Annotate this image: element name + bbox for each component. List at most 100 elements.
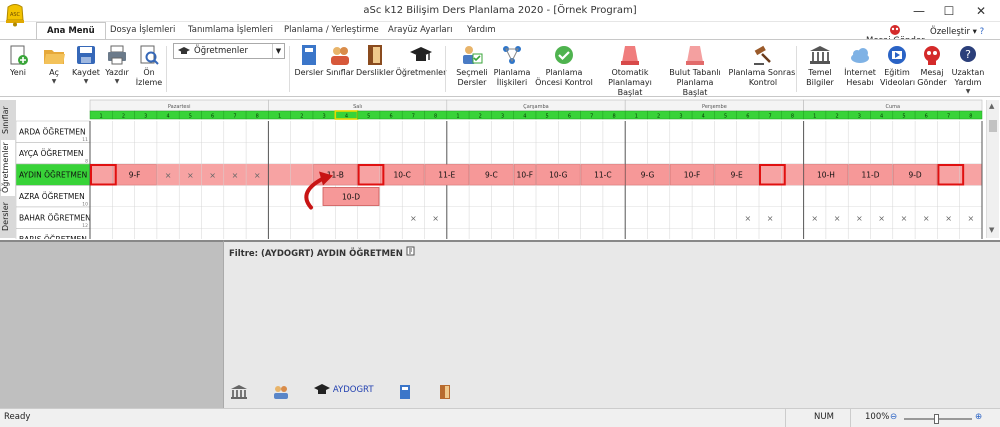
teacher-name: BARIŞ ÖĞRETMEN [19,235,87,239]
check-icon [555,46,573,64]
lesson-label: 11-E [438,171,455,180]
period-number: 2 [835,114,838,120]
close-button[interactable]: ✕ [966,2,996,20]
bottom-book-icon[interactable] [398,384,412,404]
bottom-class-icon[interactable] [272,384,290,404]
scroll-down-icon[interactable]: ▼ [989,226,994,234]
vertical-scrollbar[interactable]: ▲ ▼ [986,100,999,238]
relations-button[interactable]: Planlama İlişkileri [492,44,532,88]
view-selector[interactable]: Öğretmenler ▼ [173,43,285,59]
lesson-label: 9-E [731,171,743,180]
lesson-label: 11-C [594,171,612,180]
customize-button[interactable]: Özelleştir ▾ ? [930,27,984,37]
new-file-icon [10,45,28,65]
ribbon-button-label: Aç [49,68,59,77]
unavailable-mark: × [856,214,863,223]
side-tabs: Sınıflar Öğretmenler Dersler [0,100,16,238]
side-tab-0[interactable]: Sınıflar [1,102,15,138]
filter-text: Filtre: (AYDOGRT) AYDIN ÖĞRETMEN [229,249,403,259]
scroll-up-icon[interactable]: ▲ [989,102,994,110]
auto-plan-icon [621,46,639,65]
ribbon-button-label: Dersler [294,68,324,77]
period-number: 7 [233,114,236,120]
ribbon-button-label: İnternet Hesabı [844,68,876,87]
num-lock-indicator: NUM [814,412,834,422]
lesson-label: 9-D [908,171,921,180]
gavel-button[interactable]: Planlama Sonrası Kontrol [726,44,800,88]
chevron-down-icon[interactable]: ▼ [272,44,284,58]
video-button[interactable]: Eğitim Videoları [880,44,915,88]
cloud-button[interactable]: İnternet Hesabı [843,44,877,88]
graduation-cap-button[interactable]: Öğretmenler [394,44,448,78]
graduation-cap-icon [410,47,432,61]
period-number: 4 [345,114,348,120]
minimize-button[interactable]: — [904,2,934,20]
save-button[interactable]: Kaydet ▼ [70,44,102,86]
period-number: 8 [791,114,794,120]
ribbon-button-label: Temel Bilgiler [806,68,834,87]
cloud-plan-button[interactable]: Bulut Tabanlı Planlama Başlat [664,44,726,98]
period-number: 2 [300,114,303,120]
side-tab-2[interactable]: Dersler [1,198,15,236]
lesson-label: 10-C [393,171,411,180]
new-file-button[interactable]: Yeni [4,44,32,78]
unavailable-mark: × [901,214,908,223]
tab-5[interactable]: Yardım [467,25,496,35]
side-tab-1[interactable]: Öğretmenler [1,140,15,196]
zoom-out-icon[interactable]: ⊖ [890,412,897,422]
bottom-door-icon[interactable] [438,384,452,404]
teacher-hours: 12 [82,223,88,229]
period-number: 2 [122,114,125,120]
help-icon[interactable]: ? [980,27,985,37]
remote-help-icon: ? [960,46,976,62]
period-number: 1 [456,114,459,120]
period-number: 6 [389,114,392,120]
teacher-name: AYÇA ÖĞRETMEN [19,149,84,158]
tab-2[interactable]: Tanımlama İşlemleri [188,25,273,35]
view-selector-value: Öğretmenler [194,46,248,56]
video-icon [888,46,906,64]
remote-help-button[interactable]: ? Uzaktan Yardım ▼ [948,44,988,96]
class-people-button[interactable]: Sınıflar [325,44,355,78]
building-button[interactable]: Temel Bilgiler [802,44,838,88]
lesson-label: 9-C [485,171,498,180]
bottom-teacher-item[interactable]: AYDOGRT [314,384,374,404]
ribbon: Öğretmenler ▼ Yeni Aç ▼ Kaydet ▼ Yazdır ▼ Ön İz… [0,39,1000,97]
elective-button[interactable]: Seçmeli Dersler [452,44,492,88]
check-button[interactable]: Planlama Öncesi Kontrol [532,44,596,88]
door-button[interactable]: Derslikler [356,44,394,78]
zoom-slider[interactable] [904,414,972,424]
day-header-label: Pazartesi [168,104,191,110]
save-icon [77,46,95,64]
folder-open-button[interactable]: Aç ▼ [40,44,68,86]
day-header-label: Cuma [885,104,900,110]
printer-button[interactable]: Yazdır ▼ [102,44,132,86]
tab-0[interactable]: Ana Menü [36,22,106,40]
unavailable-mark: × [410,214,417,223]
tab-3[interactable]: Planlama / Yerleştirme [284,25,379,35]
scroll-thumb[interactable] [989,120,997,132]
chevron-down-icon: ▼ [965,88,971,95]
unavailable-mark: × [744,214,751,223]
lesson-label: 10-G [549,171,568,180]
lower-right-panel [223,240,1000,408]
timetable-grid[interactable]: Pazartesi Salı Çarşamba Perşembe Cuma1 2 3 4 5 6 7… [0,99,1000,251]
printer-icon [108,45,126,65]
filter-edit-icon[interactable] [406,246,416,259]
zoom-in-icon[interactable]: ⊕ [975,412,982,422]
preview-button[interactable]: Ön İzleme [134,44,164,88]
period-number: 5 [902,114,905,120]
auto-plan-button[interactable]: Otomatik Planlamayı Başlat [596,44,664,98]
book-button[interactable]: Dersler [294,44,324,78]
tab-1[interactable]: Dosya İşlemleri [110,25,175,35]
maximize-button[interactable]: ☐ [934,2,964,20]
bottom-building-icon[interactable] [230,384,248,404]
zoom-slider-thumb[interactable] [934,414,940,424]
unavailable-mark: × [767,214,774,223]
elective-icon [463,46,483,64]
tab-4[interactable]: Arayüz Ayarları [388,25,453,35]
message-button[interactable]: Mesaj Gönder [916,44,948,88]
class-people-icon [331,47,349,65]
period-number: 1 [635,114,638,120]
period-number: 8 [256,114,259,120]
